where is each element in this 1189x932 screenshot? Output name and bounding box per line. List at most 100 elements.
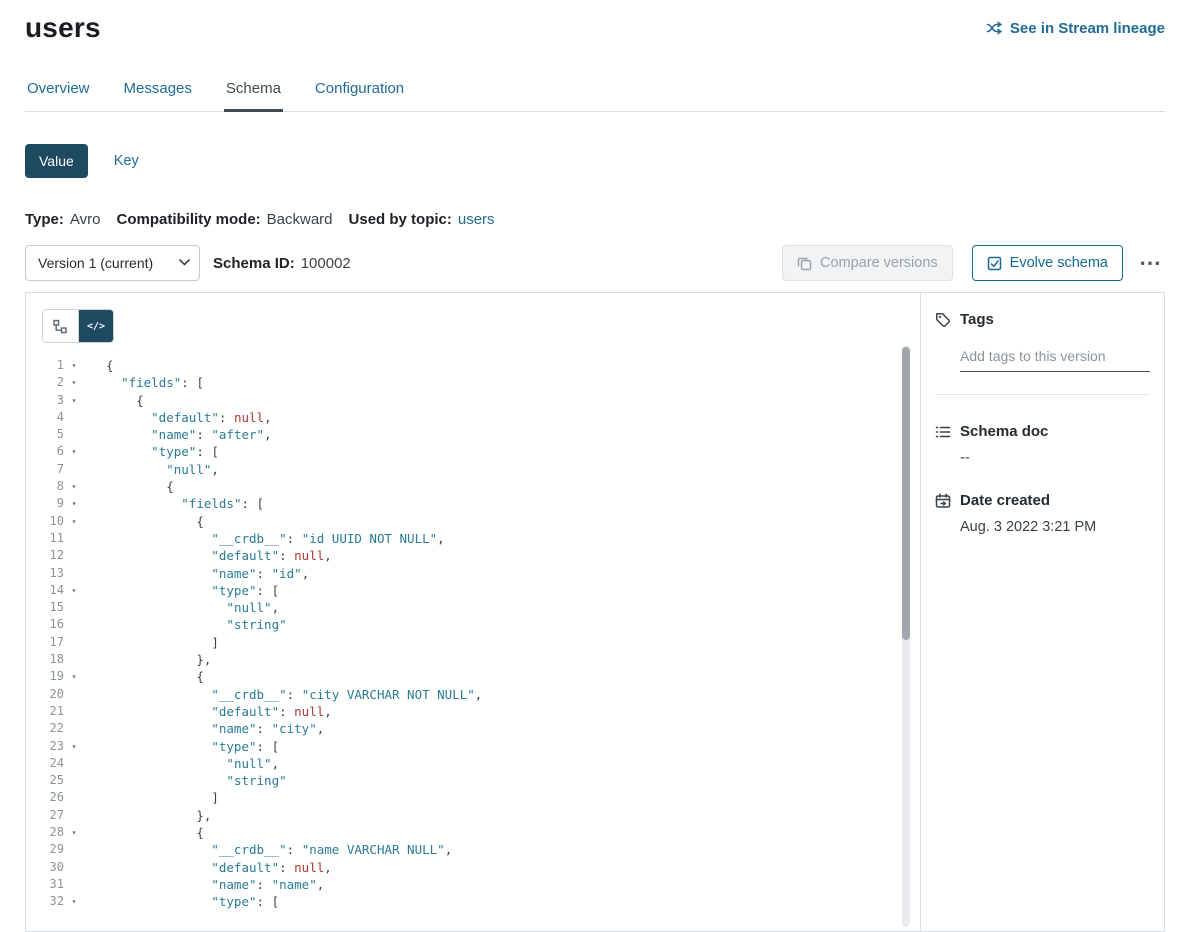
code-text: ] bbox=[84, 789, 219, 806]
tab-configuration[interactable]: Configuration bbox=[313, 80, 406, 111]
line-number: 26 bbox=[26, 789, 64, 806]
line-number: 3 bbox=[26, 392, 64, 409]
code-line: 28▾ { bbox=[26, 824, 920, 841]
fold-spacer bbox=[64, 841, 84, 858]
code-text: { bbox=[84, 824, 204, 841]
code-text: { bbox=[84, 513, 204, 530]
key-toggle-link[interactable]: Key bbox=[114, 153, 139, 169]
code-text: "null", bbox=[84, 755, 279, 772]
line-number: 27 bbox=[26, 807, 64, 824]
code-line: 5 "name": "after", bbox=[26, 426, 920, 443]
line-number: 29 bbox=[26, 841, 64, 858]
fold-spacer bbox=[64, 720, 84, 737]
fold-spacer bbox=[64, 755, 84, 772]
line-number: 13 bbox=[26, 565, 64, 582]
code-line: 8▾ { bbox=[26, 478, 920, 495]
fold-toggle-icon[interactable]: ▾ bbox=[64, 443, 84, 460]
version-select-wrap: Version 1 (current) bbox=[25, 245, 200, 281]
code-text: "__crdb__": "id UUID NOT NULL", bbox=[84, 530, 445, 547]
editor-scrollbar-track[interactable] bbox=[902, 345, 910, 927]
line-number: 32 bbox=[26, 893, 64, 910]
fold-toggle-icon[interactable]: ▾ bbox=[64, 582, 84, 599]
schema-controls-row: Version 1 (current) Schema ID: 100002 Co… bbox=[25, 245, 1165, 281]
tags-title: Tags bbox=[960, 311, 994, 328]
code-view-button[interactable]: </> bbox=[78, 310, 113, 342]
code-text: "name": "city", bbox=[84, 720, 324, 737]
code-line: 12 "default": null, bbox=[26, 547, 920, 564]
code-text: "default": null, bbox=[84, 547, 332, 564]
code-line: 19▾ { bbox=[26, 668, 920, 685]
line-number: 6 bbox=[26, 443, 64, 460]
schema-page: users See in Stream lineage Overview Mess… bbox=[0, 0, 1189, 932]
code-text: "default": null, bbox=[84, 409, 272, 426]
code-line: 17 ] bbox=[26, 634, 920, 651]
fold-spacer bbox=[64, 565, 84, 582]
fold-toggle-icon[interactable]: ▾ bbox=[64, 392, 84, 409]
line-number: 11 bbox=[26, 530, 64, 547]
compare-versions-icon bbox=[797, 256, 812, 271]
tab-schema[interactable]: Schema bbox=[224, 80, 283, 111]
evolve-schema-button[interactable]: Evolve schema bbox=[972, 245, 1123, 281]
schema-doc-icon bbox=[935, 424, 951, 440]
code-text: "string" bbox=[84, 772, 287, 789]
code-text: "string" bbox=[84, 616, 287, 633]
sidebar-divider bbox=[935, 394, 1150, 395]
code-line: 24 "null", bbox=[26, 755, 920, 772]
tab-overview[interactable]: Overview bbox=[25, 80, 92, 111]
evolve-schema-icon bbox=[987, 256, 1002, 271]
fold-spacer bbox=[64, 634, 84, 651]
tag-icon bbox=[935, 312, 951, 328]
value-toggle-button[interactable]: Value bbox=[25, 144, 88, 178]
tab-bar: Overview Messages Schema Configuration bbox=[25, 80, 1165, 112]
fold-toggle-icon[interactable]: ▾ bbox=[64, 893, 84, 910]
more-options-button[interactable]: ⋯ bbox=[1137, 258, 1165, 268]
code-line: 15 "null", bbox=[26, 599, 920, 616]
stream-lineage-link[interactable]: See in Stream lineage bbox=[986, 20, 1165, 37]
code-lines[interactable]: 1▾{2▾ "fields": [3▾ {4 "default": null,5… bbox=[26, 357, 920, 911]
fold-toggle-icon[interactable]: ▾ bbox=[64, 495, 84, 512]
code-line: 29 "__crdb__": "name VARCHAR NULL", bbox=[26, 841, 920, 858]
schema-panel: </> 1▾{2▾ "fields": [3▾ {4 "default": nu… bbox=[25, 292, 1165, 932]
code-line: 21 "default": null, bbox=[26, 703, 920, 720]
fold-spacer bbox=[64, 461, 84, 478]
schema-doc-value: -- bbox=[960, 450, 1150, 466]
code-text: ] bbox=[84, 634, 219, 651]
fold-spacer bbox=[64, 703, 84, 720]
code-line: 31 "name": "name", bbox=[26, 876, 920, 893]
line-number: 28 bbox=[26, 824, 64, 841]
editor-scrollbar-thumb[interactable] bbox=[902, 347, 910, 640]
fold-toggle-icon[interactable]: ▾ bbox=[64, 824, 84, 841]
fold-spacer bbox=[64, 651, 84, 668]
version-select[interactable]: Version 1 (current) bbox=[25, 245, 200, 281]
fold-toggle-icon[interactable]: ▾ bbox=[64, 668, 84, 685]
tree-view-button[interactable] bbox=[43, 310, 78, 342]
stream-lineage-label: See in Stream lineage bbox=[1010, 20, 1165, 37]
topic-link[interactable]: users bbox=[458, 211, 495, 228]
code-text: "__crdb__": "city VARCHAR NOT NULL", bbox=[84, 686, 482, 703]
fold-toggle-icon[interactable]: ▾ bbox=[64, 478, 84, 495]
code-view-icon: </> bbox=[87, 321, 105, 332]
fold-toggle-icon[interactable]: ▾ bbox=[64, 374, 84, 391]
line-number: 21 bbox=[26, 703, 64, 720]
code-line: 6▾ "type": [ bbox=[26, 443, 920, 460]
fold-toggle-icon[interactable]: ▾ bbox=[64, 357, 84, 374]
tags-input[interactable] bbox=[960, 348, 1150, 372]
evolve-schema-label: Evolve schema bbox=[1010, 255, 1108, 271]
schema-sidebar: Tags Schema doc -- Date created bbox=[920, 293, 1164, 931]
fold-toggle-icon[interactable]: ▾ bbox=[64, 738, 84, 755]
meta-topic: Used by topic: users bbox=[349, 211, 495, 228]
fold-toggle-icon[interactable]: ▾ bbox=[64, 513, 84, 530]
code-line: 14▾ "type": [ bbox=[26, 582, 920, 599]
fold-spacer bbox=[64, 530, 84, 547]
code-text: "name": "name", bbox=[84, 876, 324, 893]
type-label: Type: bbox=[25, 211, 64, 228]
tab-messages[interactable]: Messages bbox=[122, 80, 194, 111]
code-line: 9▾ "fields": [ bbox=[26, 495, 920, 512]
topic-label: Used by topic: bbox=[349, 211, 452, 228]
code-line: 2▾ "fields": [ bbox=[26, 374, 920, 391]
editor-view-toggle: </> bbox=[42, 309, 114, 343]
code-line: 7 "null", bbox=[26, 461, 920, 478]
fold-spacer bbox=[64, 686, 84, 703]
compare-versions-button[interactable]: Compare versions bbox=[782, 245, 953, 281]
code-line: 10▾ { bbox=[26, 513, 920, 530]
